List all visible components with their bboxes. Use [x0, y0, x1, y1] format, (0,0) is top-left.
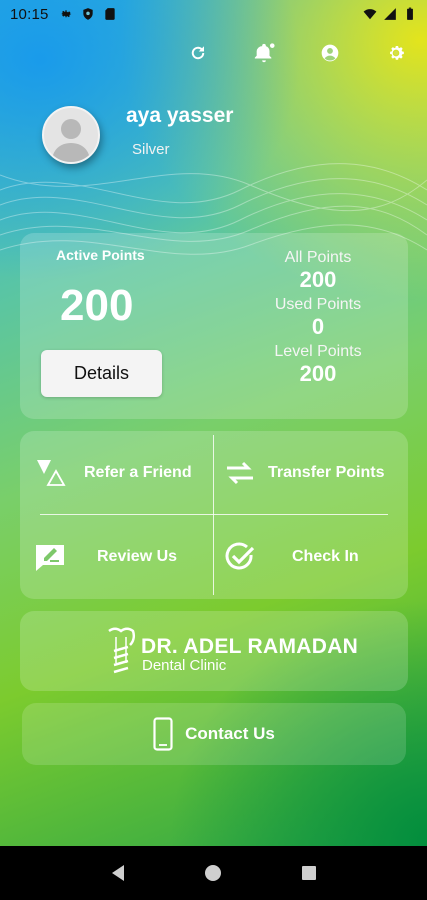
back-icon[interactable] [109, 864, 127, 882]
refresh-icon[interactable] [187, 42, 209, 64]
refer-friend-button[interactable]: Refer a Friend [34, 443, 214, 503]
recents-icon[interactable] [300, 864, 318, 882]
signal-icon [384, 8, 396, 20]
phone-icon [153, 717, 173, 751]
check-circle-icon [224, 541, 256, 573]
check-in-label: Check In [292, 548, 359, 565]
check-in-button[interactable]: Check In [224, 527, 408, 587]
used-points-value: 0 [311, 314, 325, 339]
horizontal-divider [40, 514, 388, 515]
active-points-value: 200 [60, 281, 134, 330]
tooth-implant-logo-icon [108, 627, 136, 674]
level-points-label: Level Points [274, 343, 362, 360]
top-action-bar [187, 42, 407, 64]
gear-icon [60, 10, 71, 18]
transfer-points-label: Transfer Points [268, 464, 385, 481]
system-navigation-bar [0, 846, 427, 900]
clinic-subtitle: Dental Clinic [142, 657, 227, 674]
level-points-value: 200 [299, 361, 337, 386]
review-us-button[interactable]: Review Us [34, 527, 214, 587]
points-card: Active Points 200 Details All Points 200… [20, 233, 408, 419]
transfer-arrows-icon [224, 457, 256, 489]
wifi-icon [363, 9, 377, 20]
review-us-label: Review Us [97, 548, 178, 565]
details-button[interactable]: Details [41, 350, 162, 397]
app-screen: 10:15 aya yasser Silver Active Points 20… [0, 0, 427, 846]
refer-friend-label: Refer a Friend [84, 464, 192, 481]
transfer-points-button[interactable]: Transfer Points [224, 443, 408, 503]
user-tier: Silver [132, 141, 170, 158]
avatar[interactable] [42, 106, 100, 164]
actions-card: Refer a Friend Transfer Points Review Us… [20, 431, 408, 599]
used-points-label: Used Points [274, 296, 362, 313]
sd-card-icon [104, 8, 115, 20]
status-bar: 10:15 [0, 0, 427, 28]
user-placeholder-icon [52, 119, 90, 162]
home-icon[interactable] [204, 864, 222, 882]
clinic-card[interactable]: DR. ADEL RAMADAN Dental Clinic [20, 611, 408, 691]
clinic-name: DR. ADEL RAMADAN [141, 635, 359, 658]
refer-friend-icon [34, 457, 66, 489]
all-points-label: All Points [284, 249, 352, 266]
account-icon[interactable] [319, 42, 341, 64]
user-name: aya yasser [126, 104, 234, 127]
points-stats: All Points 200 Used Points 0 Level Point… [258, 249, 378, 390]
battery-icon [407, 7, 413, 20]
status-time: 10:15 [10, 5, 49, 23]
settings-icon[interactable] [385, 42, 407, 64]
contact-us-label: Contact Us [185, 724, 275, 743]
bell-icon[interactable] [253, 42, 275, 64]
active-points-label: Active Points [56, 247, 145, 263]
all-points-value: 200 [299, 267, 337, 292]
contact-us-button[interactable]: Contact Us [22, 703, 406, 765]
review-icon [34, 541, 66, 573]
shield-icon [82, 8, 93, 20]
